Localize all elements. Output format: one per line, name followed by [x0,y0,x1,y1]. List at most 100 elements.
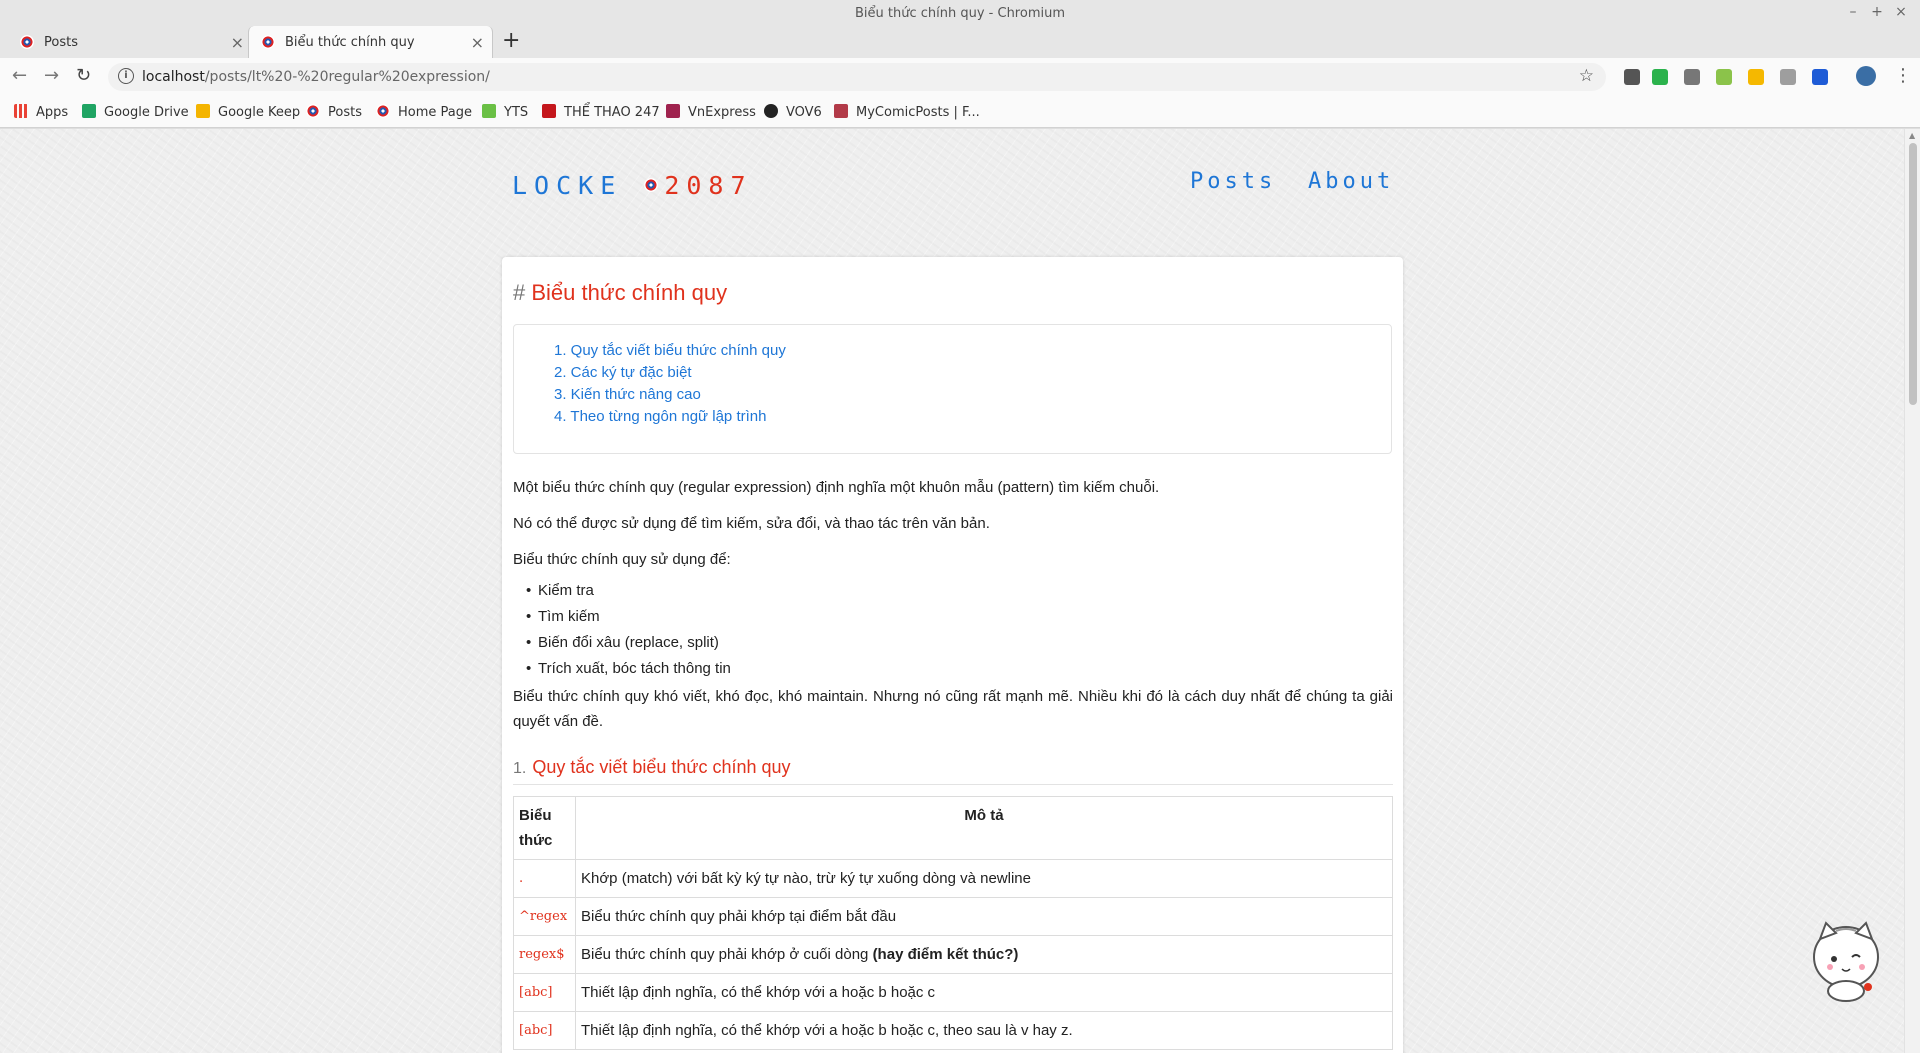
scroll-up-arrow-icon[interactable]: ▲ [1909,131,1915,140]
site-logo[interactable]: LOCKE 2087 [512,171,753,200]
table-row: regex$ Biểu thức chính quy phải khớp ở c… [513,935,1393,974]
reload-icon[interactable]: ↻ [76,65,91,86]
regex-description: Thiết lập định nghĩa, có thể khớp với a … [575,973,1393,1012]
bookmark-posts[interactable]: Posts [306,104,362,120]
bookmarks-bar: Apps Google Drive Google Keep Posts Home… [0,96,1920,128]
heading-anchor[interactable]: # [513,280,531,305]
tab-strip: Posts × Biểu thức chính quy × + [0,26,1920,58]
profile-avatar[interactable] [1856,66,1876,86]
address-bar[interactable]: i localhost/posts/lt%20-%20regular%20exp… [108,63,1606,91]
table-row: ^regex Biểu thức chính quy phải khớp tại… [513,897,1393,936]
captain-shield-icon [306,104,320,118]
bookmark-vnexpress[interactable]: VnExpress [666,104,756,120]
save-extension-icon[interactable] [1780,69,1796,85]
vnexpress-icon [666,104,680,118]
regex-expression: [abc] [513,1011,576,1050]
tab-posts[interactable]: Posts × [8,26,253,58]
extension-icon[interactable] [1624,69,1640,85]
info-icon[interactable]: i [118,68,134,84]
captain-shield-icon [644,178,659,192]
window-title: Biểu thức chính quy - Chromium [854,6,1065,21]
table-header-row: Biểu thức Mô tả [513,796,1393,860]
b-extension-icon[interactable] [1684,69,1700,85]
table-row: [abc] Thiết lập định nghĩa, có thể khớp … [513,1011,1393,1050]
nav-posts[interactable]: Posts [1190,169,1276,194]
page-viewport: LOCKE 2087 Posts About # Biểu thức chính… [0,129,1904,1053]
vov6-icon [764,104,778,118]
bookmark-vov6[interactable]: VOV6 [764,104,822,120]
regex-description: Khớp (match) với bất kỳ ký tự nào, trừ k… [575,859,1393,898]
window-titlebar: Biểu thức chính quy - Chromium – + × [0,0,1920,26]
toc-item-special-chars[interactable]: 2. Các ký tự đặc biệt [554,364,692,381]
google-keep-icon [196,104,210,118]
regex-description: Thiết lập định nghĩa, có thể khớp với a … [575,1011,1393,1050]
leaf-extension-icon[interactable] [1716,69,1732,85]
regex-expression: . [513,859,576,898]
table-row: [abc] Thiết lập định nghĩa, có thể khớp … [513,973,1393,1012]
post-title: # Biểu thức chính quy [513,280,728,305]
url-text[interactable]: localhost/posts/lt%20-%20regular%20expre… [142,69,490,85]
list-item: Tìm kiếm [526,608,600,625]
apps-grid-icon [14,104,28,118]
yts-icon [482,104,496,118]
list-item: Kiểm tra [526,582,594,599]
bookmark-google-keep[interactable]: Google Keep [196,104,300,120]
captain-shield-icon [376,104,390,118]
vertical-scrollbar[interactable]: ▲ [1904,129,1920,1053]
maximize-button[interactable]: + [1869,4,1885,20]
table-of-contents: 1. Quy tắc viết biểu thức chính quy 2. C… [513,324,1392,454]
paragraph: Một biểu thức chính quy (regular express… [513,479,1160,496]
captain-shield-icon [261,35,275,49]
paragraph: Biểu thức chính quy sử dụng để: [513,551,731,568]
star-extension-icon[interactable] [1748,69,1764,85]
forward-icon[interactable]: → [44,65,59,86]
download-extension-icon[interactable] [1652,69,1668,85]
bookmark-google-drive[interactable]: Google Drive [82,104,189,120]
new-tab-button[interactable]: + [502,28,520,53]
menu-icon[interactable]: ⋮ [1894,65,1912,86]
logo-text-left: LOCKE [512,171,623,200]
list-item: Trích xuất, bóc tách thông tin [526,660,731,677]
cat-mascot-icon[interactable] [1806,917,1886,1005]
toc-item-advanced[interactable]: 3. Kiến thức nâng cao [554,386,701,403]
tab-label: Biểu thức chính quy [285,35,415,50]
regex-expression: regex$ [513,935,576,974]
logo-text-right: 2087 [664,171,753,200]
toc-item-languages[interactable]: 4. Theo từng ngôn ngữ lập trình [554,408,766,425]
bookmark-mycomicposts[interactable]: MyComicPosts | F... [834,104,980,120]
close-tab-icon[interactable]: × [231,33,244,52]
toc-item-rules[interactable]: 1. Quy tắc viết biểu thức chính quy [554,342,786,359]
column-header-expression: Biểu thức [513,796,576,860]
paragraph: Biểu thức chính quy khó viết, khó đọc, k… [513,688,1393,730]
table-row: . Khớp (match) với bất kỳ ký tự nào, trừ… [513,859,1393,898]
browser-toolbar: ← → ↻ i localhost/posts/lt%20-%20regular… [0,58,1920,96]
tab-label: Posts [44,35,78,50]
mycomicposts-icon [834,104,848,118]
bookmark-star-icon[interactable]: ☆ [1579,66,1594,86]
section-heading: 1. Quy tắc viết biểu thức chính quy [513,757,1393,785]
captain-shield-icon [20,35,34,49]
regex-expression: ^regex [513,897,576,936]
scrollbar-thumb[interactable] [1909,143,1917,405]
bookmark-home-page[interactable]: Home Page [376,104,472,120]
back-icon[interactable]: ← [12,65,27,86]
bookmark-the-thao-247[interactable]: THỂ THAO 247 [542,104,660,120]
chart-extension-icon[interactable] [1812,69,1828,85]
the-thao-icon [542,104,556,118]
paragraph: Nó có thể được sử dụng để tìm kiếm, sửa … [513,515,990,532]
minimize-button[interactable]: – [1845,4,1861,20]
google-drive-icon [82,104,96,118]
column-header-description: Mô tả [575,796,1393,860]
bookmark-apps[interactable]: Apps [14,104,68,120]
regex-expression: [abc] [513,973,576,1012]
regex-rules-table: Biểu thức Mô tả . Khớp (match) với bất k… [513,796,1393,1050]
close-window-button[interactable]: × [1893,4,1909,20]
regex-description: Biểu thức chính quy phải khớp ở cuối dòn… [575,935,1393,974]
tab-regex[interactable]: Biểu thức chính quy × [248,26,493,58]
nav-about[interactable]: About [1308,169,1394,194]
bookmark-yts[interactable]: YTS [482,104,528,120]
close-tab-icon[interactable]: × [471,33,484,52]
post-card: # Biểu thức chính quy 1. Quy tắc viết bi… [502,257,1403,1053]
regex-description: Biểu thức chính quy phải khớp tại điểm b… [575,897,1393,936]
list-item: Biến đổi xâu (replace, split) [526,634,719,651]
